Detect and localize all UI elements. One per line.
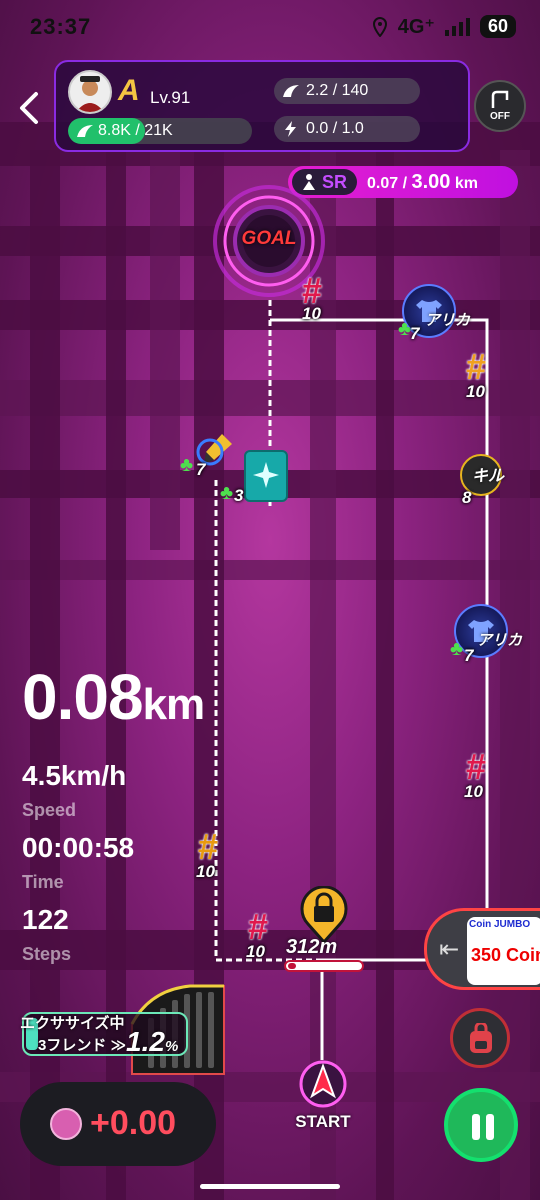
skill-item-right[interactable]: キル 8 (448, 454, 508, 514)
exercise-title: エクササイズ中 (20, 1015, 125, 1032)
reward-badge-right-2[interactable]: # 10 (446, 746, 506, 806)
goal-label: GOAL (241, 228, 297, 249)
wing-icon (77, 125, 93, 137)
coin-icon (50, 1108, 82, 1140)
backpack-button[interactable] (450, 1008, 510, 1068)
lock-distance: 312m (286, 936, 338, 958)
exercise-friends: 3フレンド ≫ (38, 1037, 127, 1054)
reward-badge-left-2[interactable]: # 10 (226, 906, 286, 966)
distance-readout: 0.08km (22, 660, 206, 734)
clover-icon: ♣ (450, 638, 464, 660)
tshirt-item-mid[interactable]: アリカ ♣ 7 (450, 600, 522, 665)
steps-label: Steps (22, 944, 72, 964)
exercise-panel: エクササイズ中 3フレンド ≫ 1.2% (18, 984, 225, 1076)
backpack-icon (470, 1023, 492, 1053)
jumbo-ad[interactable]: Coin JUMBO 350 Coin (467, 917, 540, 985)
scroll-item-left[interactable]: ♣ 3 (220, 450, 288, 510)
lock-progress-fill (288, 963, 296, 969)
start-label: START (295, 1112, 351, 1131)
distance-unit: km (142, 680, 206, 729)
clover-icon: ♣ (220, 482, 234, 504)
reward-badge-right-1[interactable]: # 10 (446, 346, 506, 406)
pause-icon (472, 1114, 480, 1140)
jumbo-subtitle: 350 Coin (471, 945, 540, 965)
coin-earned: +0.00 (20, 1082, 216, 1166)
speed-label: Speed (22, 800, 77, 820)
home-indicator[interactable] (200, 1184, 340, 1189)
jumbo-title: Coin JUMBO (469, 919, 531, 930)
speed-value: 4.5km/h (22, 760, 127, 791)
time-value: 00:00:58 (22, 832, 135, 863)
tshirt-item-top[interactable]: アリカ ♣ 7 (398, 280, 470, 343)
coin-jumbo-banner[interactable]: ⇤ Coin JUMBO 350 Coin (424, 908, 540, 990)
player-arrow-icon (299, 1060, 347, 1108)
coin-value: +0.00 (90, 1104, 177, 1142)
reward-badge-top[interactable]: # 10 (282, 270, 342, 330)
pause-button[interactable] (444, 1088, 518, 1162)
exercise-percent: 1.2% (126, 1026, 179, 1057)
steps-value: 122 (22, 904, 69, 935)
distance-value: 0.08 (22, 661, 144, 733)
reward-badge-left-1[interactable]: # 10 (172, 826, 232, 886)
time-label: Time (22, 872, 64, 892)
start-marker: START (288, 1056, 358, 1132)
collapse-arrow-icon[interactable]: ⇤ (439, 935, 459, 964)
clover-icon: ♣ (180, 454, 194, 476)
lock-progress-bar (284, 960, 364, 972)
sparkle-icon (253, 462, 279, 488)
